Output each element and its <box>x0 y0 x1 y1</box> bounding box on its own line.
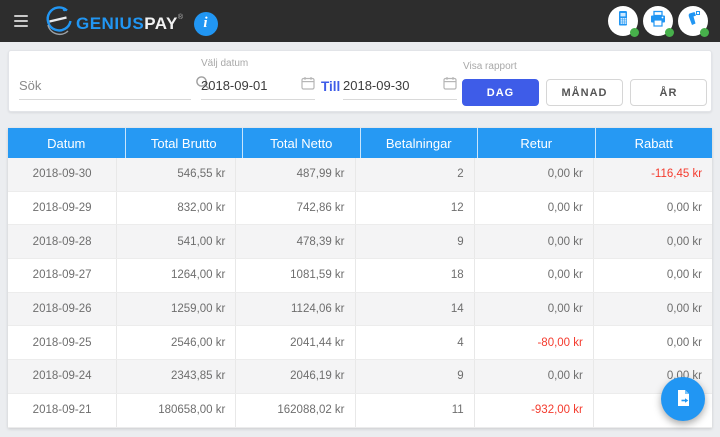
cell-rabatt: 0,00 kr <box>592 326 712 360</box>
date-from-field[interactable] <box>201 72 315 100</box>
cell-retur: 0,00 kr <box>473 292 593 326</box>
barcode-scanner-icon <box>684 10 702 33</box>
menu-icon[interactable] <box>14 15 28 27</box>
cell-total-netto: 1081,59 kr <box>235 259 354 292</box>
header-total-brutto[interactable]: Total Brutto <box>124 128 243 158</box>
cell-betalningar: 11 <box>354 393 474 427</box>
cell-datum: 2018-09-24 <box>32 370 92 383</box>
export-report-button[interactable] <box>661 377 705 421</box>
search-input[interactable] <box>19 78 195 93</box>
table-row: 2018-09-25 2546,00 kr 2041,44 kr 4 -80,00 kr… <box>8 326 712 361</box>
header-datum[interactable]: Datum <box>8 128 125 158</box>
cell-betalningar: 9 <box>354 360 474 393</box>
cell-total-brutto: 832,00 kr <box>116 191 235 225</box>
status-dot <box>630 28 639 37</box>
table-row: 2018-09-29 832,00 kr 742,86 kr 12 0,00 kr 0,0… <box>8 191 712 226</box>
cell-betalningar: 14 <box>354 292 474 326</box>
cell-retur: 0,00 kr <box>473 158 593 191</box>
info-button[interactable]: i <box>193 11 218 36</box>
printer-icon <box>649 10 667 33</box>
cell-total-netto: 2041,44 kr <box>235 326 354 360</box>
cell-rabatt: 0,00 kr <box>592 292 712 326</box>
cell-total-netto: 1124,06 kr <box>235 292 354 326</box>
cell-datum: 2018-09-26 <box>32 303 92 316</box>
cell-rabatt: 0,00 kr <box>592 225 712 259</box>
date-from-input[interactable] <box>201 78 301 93</box>
cell-total-netto: 478,39 kr <box>235 225 354 259</box>
cell-total-netto: 487,99 kr <box>235 158 354 191</box>
cell-rabatt: 0,00 kr <box>592 191 712 225</box>
cell-retur: -80,00 kr <box>473 326 593 360</box>
filter-bar: Välj datum Till <box>8 50 712 112</box>
export-file-icon <box>673 388 693 411</box>
status-dot <box>665 28 674 37</box>
cell-betalningar: 4 <box>354 326 474 360</box>
calendar-icon[interactable] <box>443 76 457 95</box>
cell-total-netto: 162088,02 kr <box>235 393 354 427</box>
table-row: 2018-09-21 180658,00 kr 162088,02 kr 11 -932… <box>8 393 712 428</box>
cell-total-brutto: 180658,00 kr <box>116 393 235 427</box>
calendar-icon[interactable] <box>301 76 315 95</box>
cell-datum: 2018-09-21 <box>32 404 92 417</box>
search-field[interactable] <box>19 72 210 100</box>
cell-total-brutto: 546,55 kr <box>116 158 235 191</box>
cell-betalningar: 9 <box>354 225 474 259</box>
header-total-netto[interactable]: Total Netto <box>242 128 360 158</box>
cell-retur: 0,00 kr <box>473 259 593 292</box>
cell-betalningar: 18 <box>354 259 474 292</box>
report-type-label: Visa rapport <box>463 61 517 72</box>
cell-total-brutto: 1259,00 kr <box>116 292 235 326</box>
cell-total-brutto: 2343,85 kr <box>116 360 235 393</box>
geniuspay-app: GENIUSPAY® i Sök Välj datum 2018-09-01 T… <box>0 0 720 437</box>
date-to-input[interactable] <box>343 78 443 93</box>
report-table: Datum Total Brutto Total Netto Betalning… <box>8 128 712 428</box>
topbar: GENIUSPAY® i <box>0 0 720 42</box>
cell-rabatt: -116,45 kr <box>592 158 712 191</box>
geniuspay-logo-icon <box>42 4 74 43</box>
brand-name: GENIUSPAY® <box>76 13 184 33</box>
table-row: 2018-09-26 1259,00 kr 1124,06 kr 14 0,00 kr 0… <box>8 292 712 327</box>
cell-retur: -932,00 kr <box>473 393 593 427</box>
cell-datum: 2018-09-28 <box>32 235 92 248</box>
cell-retur: 0,00 kr <box>473 225 593 259</box>
header-betalningar[interactable]: Betalningar <box>359 128 478 158</box>
date-range-separator: Till <box>321 79 341 94</box>
payment-terminal-button[interactable] <box>608 6 639 37</box>
cell-retur: 0,00 kr <box>473 191 593 225</box>
cell-datum: 2018-09-29 <box>32 202 92 215</box>
device-status-group <box>608 6 709 37</box>
cell-datum: 2018-09-30 <box>32 168 92 181</box>
brand-logo: GENIUSPAY® i <box>42 4 218 43</box>
report-type-toggle: DAG MÅNAD ÅR <box>462 79 707 106</box>
date-range-label: Välj datum <box>201 58 249 69</box>
date-to-field[interactable] <box>343 72 457 100</box>
barcode-scanner-button[interactable] <box>678 6 709 37</box>
table-row: 2018-09-242343,85 kr2046,19 kr90,00 kr0,… <box>8 360 712 394</box>
cell-total-brutto: 2546,00 kr <box>116 326 235 360</box>
cell-total-netto: 742,86 kr <box>235 191 354 225</box>
table-body: 2018-09-30 546,55 kr 487,99 kr 2 0,00 kr -116… <box>8 158 712 428</box>
table-header-row: Datum Total Brutto Total Netto Betalning… <box>8 128 712 158</box>
cell-total-brutto: 541,00 kr <box>116 225 235 259</box>
cell-rabatt: 0,00 kr <box>592 259 712 292</box>
printer-button[interactable] <box>643 6 674 37</box>
cell-total-brutto: 1264,00 kr <box>116 259 235 292</box>
table-row: 2018-09-27 1264,00 kr 1081,59 kr 18 0,00 kr 0… <box>8 259 712 293</box>
cell-retur: 0,00 kr <box>473 360 593 393</box>
status-dot <box>700 28 709 37</box>
table-row: 2018-09-30 546,55 kr 487,99 kr 2 0,00 kr -116… <box>8 158 712 192</box>
cell-datum: 2018-09-27 <box>32 269 92 282</box>
report-day-button[interactable]: DAG <box>462 79 539 106</box>
payment-terminal-icon <box>615 10 631 32</box>
report-month-button[interactable]: MÅNAD <box>546 79 623 106</box>
header-retur[interactable]: Retur <box>477 128 595 158</box>
cell-betalningar: 2 <box>354 158 474 191</box>
cell-total-netto: 2046,19 kr <box>235 360 354 393</box>
table-row: 2018-09-28 541,00 kr 478,39 kr 9 0,00 kr 0,00… <box>8 225 712 260</box>
cell-datum: 2018-09-25 <box>32 336 92 349</box>
header-rabatt[interactable]: Rabatt <box>594 128 713 158</box>
report-year-button[interactable]: ÅR <box>630 79 707 106</box>
cell-betalningar: 12 <box>354 191 474 225</box>
